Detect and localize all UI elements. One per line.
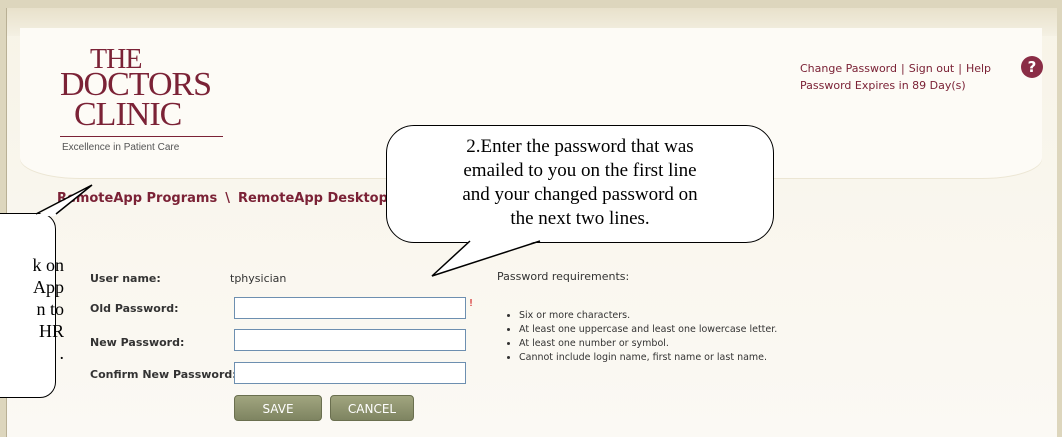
- new-password-field[interactable]: [234, 329, 466, 351]
- callout-line: and your changed password on: [462, 184, 698, 205]
- clinic-logo: THE DOCTORS CLINIC Excellence in Patient…: [60, 44, 230, 158]
- left-callout-tail: [35, 184, 93, 216]
- sign-out-link[interactable]: Sign out: [909, 62, 955, 75]
- confirm-password-label: Confirm New Password:: [90, 368, 237, 381]
- save-button[interactable]: SAVE: [234, 395, 322, 421]
- new-password-label: New Password:: [90, 336, 185, 349]
- logo-clinic: CLINIC: [74, 96, 182, 133]
- old-password-label: Old Password:: [90, 302, 179, 315]
- username-label: User name:: [90, 272, 161, 285]
- username-value: tphysician: [230, 272, 287, 285]
- help-link[interactable]: Help: [966, 62, 991, 75]
- requirement-item: At least one number or symbol.: [519, 338, 777, 349]
- requirement-item: Cannot include login name, first name or…: [519, 352, 777, 363]
- instruction-callout-text: 2.Enter the password that was emailed to…: [396, 135, 764, 231]
- link-separator: |: [901, 62, 905, 75]
- change-password-link[interactable]: Change Password: [800, 62, 897, 75]
- callout-line: 2.Enter the password that was: [466, 136, 694, 157]
- callout-line: the next two lines.: [510, 208, 650, 229]
- cancel-button[interactable]: CANCEL: [330, 395, 414, 421]
- confirm-password-field[interactable]: [234, 362, 466, 384]
- password-expiry-notice: Password Expires in 89 Day(s): [800, 79, 966, 92]
- left-callout-text: k on App n to HR .: [0, 254, 65, 364]
- breadcrumb-separator: \: [225, 191, 230, 206]
- remoteapp-desktop-link[interactable]: RemoteApp Desktop: [238, 191, 388, 206]
- breadcrumb: RemoteApp Programs \ RemoteApp Desktop: [57, 191, 388, 206]
- header-links: Change Password | Sign out | Help ? Password…: [800, 56, 1043, 92]
- requirement-item: Six or more characters.: [519, 310, 777, 321]
- callout-line: emailed to you on the first line: [463, 160, 697, 181]
- required-marker: !: [469, 298, 474, 309]
- requirements-list: Six or more characters. At least one upp…: [507, 310, 777, 366]
- callout-line: .: [59, 343, 65, 363]
- link-separator: |: [958, 62, 962, 75]
- requirements-title: Password requirements:: [497, 270, 630, 283]
- logo-tagline: Excellence in Patient Care: [62, 142, 180, 153]
- old-password-field[interactable]: [234, 297, 466, 319]
- help-icon[interactable]: ?: [1021, 56, 1043, 78]
- callout-line: HR: [38, 321, 64, 341]
- callout-line: App: [33, 277, 64, 297]
- requirement-item: At least one uppercase and least one low…: [519, 324, 777, 335]
- logo-divider: [60, 136, 223, 137]
- callout-line: k on: [32, 255, 65, 275]
- callout-line: n to: [36, 299, 64, 319]
